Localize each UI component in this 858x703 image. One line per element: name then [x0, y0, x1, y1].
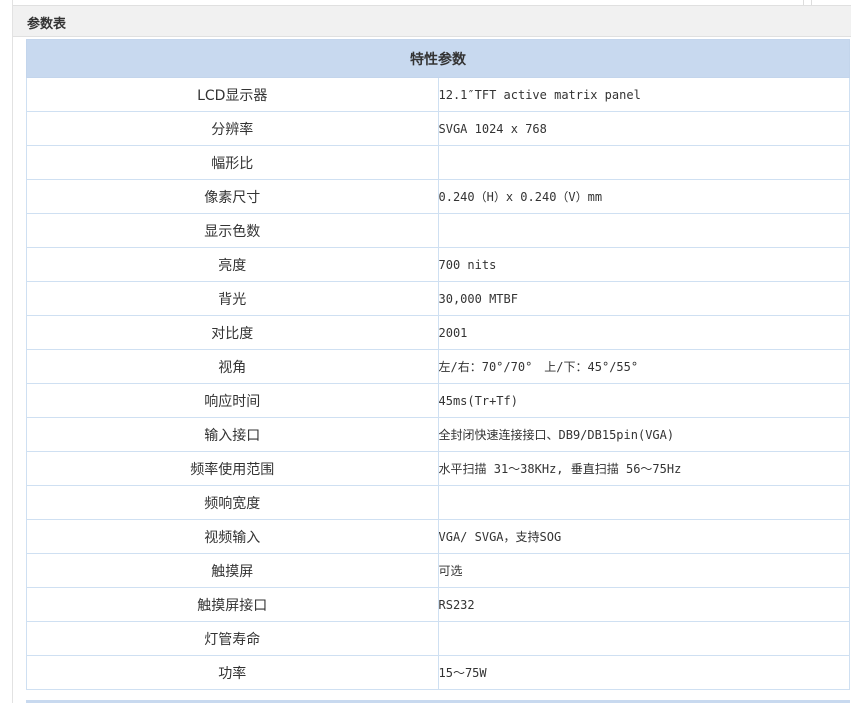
spec-table: 特性参数 LCD显示器 12.1″TFT active matrix panel 分…	[26, 39, 850, 690]
spec-label: 亮度	[26, 247, 439, 282]
spec-label: 功率	[26, 655, 439, 690]
table-header: 特性参数	[26, 39, 850, 78]
spec-label: 分辨率	[26, 111, 439, 146]
table-row: 视频输入 VGA/ SVGA，支持SOG	[26, 519, 850, 554]
table-header-row: 特性参数	[26, 39, 850, 78]
spec-label: 灯管寿命	[26, 621, 439, 656]
spec-value	[437, 213, 850, 248]
spec-label: 像素尺寸	[26, 179, 439, 214]
spec-value: 可选	[437, 553, 850, 588]
spec-value: 水平扫描 31～38KHz, 垂直扫描 56～75Hz	[437, 451, 850, 486]
table-row: 触摸屏接口 RS232	[26, 587, 850, 622]
spec-value: VGA/ SVGA，支持SOG	[437, 519, 850, 554]
spec-label: 幅形比	[26, 145, 439, 180]
spec-label: 频响宽度	[26, 485, 439, 520]
spec-label: 输入接口	[26, 417, 439, 452]
spec-value: 30,000 MTBF	[437, 281, 850, 316]
spec-value: 45ms(Tr+Tf)	[437, 383, 850, 418]
panel-title: 参数表	[27, 17, 67, 32]
spec-value	[437, 145, 850, 180]
table-row: 分辨率 SVGA 1024 x 768	[26, 111, 850, 146]
spec-label: 频率使用范围	[26, 451, 439, 486]
spec-value: SVGA 1024 x 768	[437, 111, 850, 146]
spec-label: 对比度	[26, 315, 439, 350]
table-row: 频响宽度	[26, 485, 850, 520]
spec-value	[437, 621, 850, 656]
spec-value: 12.1″TFT active matrix panel	[437, 77, 850, 112]
table-row: 功率 15～75W	[26, 655, 850, 690]
spec-label: 视频输入	[26, 519, 439, 554]
spec-value: 15～75W	[437, 655, 850, 690]
table-row: LCD显示器 12.1″TFT active matrix panel	[26, 77, 850, 112]
table-row: 输入接口 全封闭快速连接接口、DB9/DB15pin(VGA)	[26, 417, 850, 452]
spec-label: 背光	[26, 281, 439, 316]
table-row: 像素尺寸 0.240（H）x 0.240（V）mm	[26, 179, 850, 214]
spec-value: 700 nits	[437, 247, 850, 282]
spec-value: 全封闭快速连接接口、DB9/DB15pin(VGA)	[437, 417, 850, 452]
spec-value: 0.240（H）x 0.240（V）mm	[437, 179, 850, 214]
table-row: 灯管寿命	[26, 621, 850, 656]
table-row: 显示色数	[26, 213, 850, 248]
spec-value: 2001	[437, 315, 850, 350]
left-border	[12, 0, 13, 703]
spec-table-body: LCD显示器 12.1″TFT active matrix panel 分辨率 SVG…	[26, 77, 850, 690]
spec-value: 左/右：70°/70° 上/下：45°/55°	[437, 349, 850, 384]
table-row: 频率使用范围 水平扫描 31～38KHz, 垂直扫描 56～75Hz	[26, 451, 850, 486]
spec-value	[437, 485, 850, 520]
spec-label: 视角	[26, 349, 439, 384]
spec-label: 触摸屏	[26, 553, 439, 588]
panel-header: 参数表	[13, 5, 851, 37]
spec-label: 触摸屏接口	[26, 587, 439, 622]
table-row: 视角 左/右：70°/70° 上/下：45°/55°	[26, 349, 850, 384]
table-row: 亮度 700 nits	[26, 247, 850, 282]
table-row: 对比度 2001	[26, 315, 850, 350]
spec-value: RS232	[437, 587, 850, 622]
table-row: 背光 30,000 MTBF	[26, 281, 850, 316]
spec-label: 显示色数	[26, 213, 439, 248]
table-row: 响应时间 45ms(Tr+Tf)	[26, 383, 850, 418]
spec-label: 响应时间	[26, 383, 439, 418]
table-row: 触摸屏 可选	[26, 553, 850, 588]
table-row: 幅形比	[26, 145, 850, 180]
spec-label: LCD显示器	[26, 77, 439, 112]
